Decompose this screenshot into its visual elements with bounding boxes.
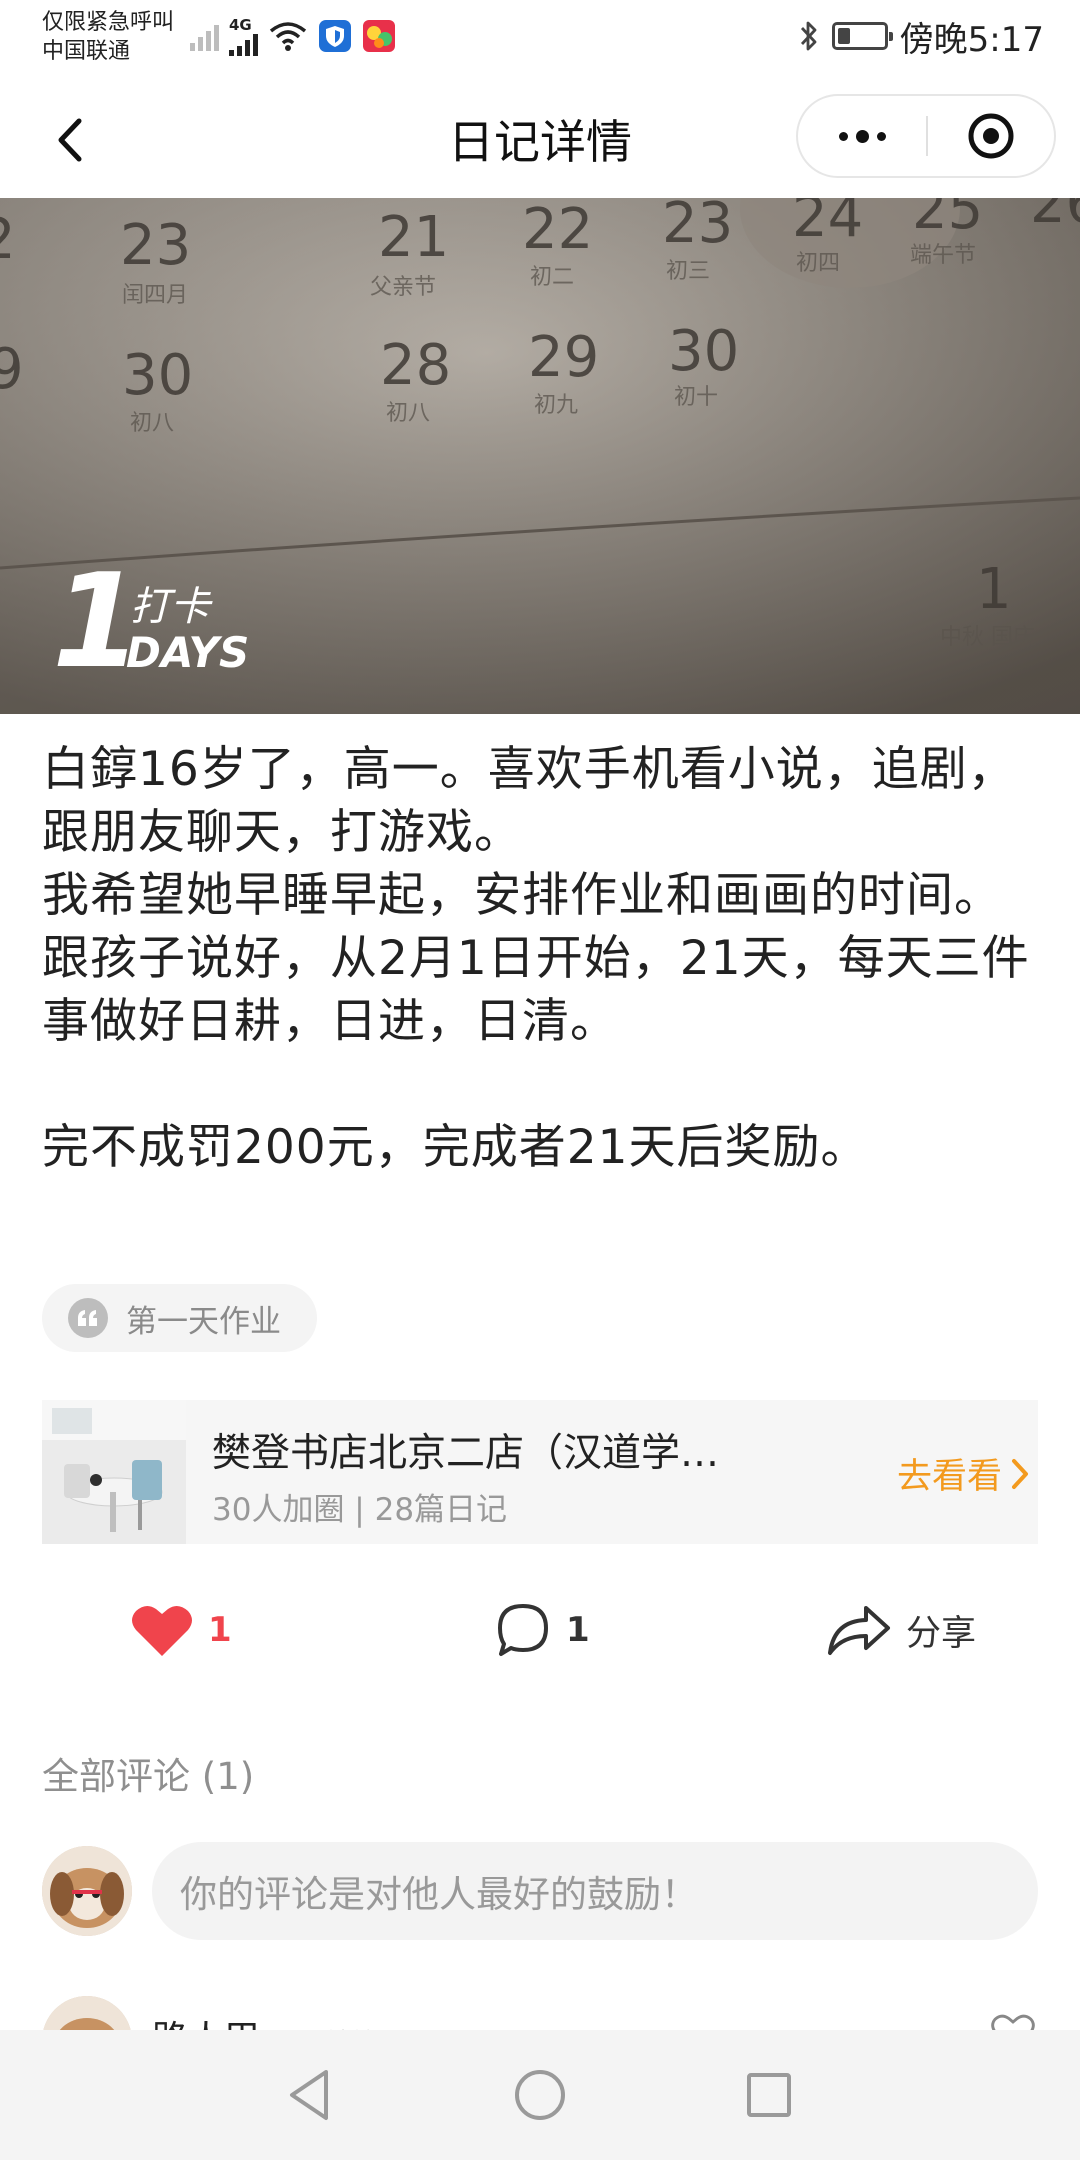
status-time: 傍晚5:17	[899, 19, 1044, 60]
target-close-icon	[968, 113, 1014, 159]
comments-title: 全部评论 (1)	[42, 1755, 255, 1798]
svg-text:26: 26	[1030, 198, 1080, 236]
svg-text:25: 25	[912, 198, 983, 242]
chevron-right-icon	[1012, 1458, 1028, 1489]
heart-icon	[132, 1605, 192, 1656]
security-shield-icon	[319, 20, 351, 52]
comment-count: 1	[566, 1610, 590, 1650]
comment-input-placeholder: 你的评论是对他人最好的鼓励！	[180, 1873, 698, 1916]
svg-text:1: 1	[976, 557, 1012, 622]
miniprogram-capsule	[796, 94, 1056, 178]
carrier-name: 中国联通	[42, 39, 131, 64]
avatar	[42, 1846, 132, 1936]
checkin-label: 打卡	[130, 584, 210, 630]
diary-content: 白錞16岁了，高一。喜欢手机看小说，追剧，跟朋友聊天，打游戏。 我希望她早睡早起…	[42, 738, 1042, 1179]
square-recents-icon	[747, 2073, 791, 2117]
more-dots-icon	[838, 129, 886, 143]
group-stats: 30人加圈 | 28篇日记	[212, 1492, 508, 1528]
signal-icon: 4G	[229, 16, 258, 56]
triangle-back-icon	[290, 2070, 328, 2120]
system-navigation-bar	[0, 2030, 1080, 2160]
svg-text:28: 28	[380, 333, 451, 398]
svg-text:30: 30	[668, 319, 739, 384]
action-bar: 1 1 分享	[0, 1590, 1080, 1670]
svg-text:2: 2	[0, 207, 16, 272]
group-card[interactable]: 樊登书店北京二店（汉道学… 30人加圈 | 28篇日记 去看看	[42, 1400, 1038, 1544]
battery-icon	[831, 22, 893, 50]
svg-text:23: 23	[662, 198, 733, 256]
checkin-days-label: DAYS	[126, 628, 250, 677]
carrier-emergency: 仅限紧急呼叫	[42, 10, 175, 35]
diary-paragraph: 我希望她早睡早起，安排作业和画画的时间。	[42, 868, 1002, 923]
svg-text:23: 23	[120, 213, 191, 278]
diary-paragraph: 完不成罚200元，完成者21天后奖励。	[42, 1120, 869, 1175]
view-group-label: 去看看	[896, 1457, 1002, 1497]
svg-text:闰四月: 闰四月	[122, 283, 188, 308]
svg-text:初八: 初八	[130, 411, 174, 436]
svg-text:30: 30	[122, 343, 193, 408]
close-miniprogram-button[interactable]	[928, 96, 1054, 176]
svg-text:初九: 初九	[534, 393, 578, 418]
view-group-button[interactable]: 去看看	[897, 1448, 1030, 1499]
more-button[interactable]	[798, 96, 926, 176]
svg-text:22: 22	[522, 198, 593, 262]
status-bar: 仅限紧急呼叫 中国联通 4G 傍晚5:17	[0, 0, 1080, 80]
svg-text:21: 21	[378, 205, 449, 270]
navigation-bar: 日记详情	[0, 80, 1080, 198]
svg-text:父亲节: 父亲节	[370, 275, 436, 300]
quote-icon	[68, 1298, 108, 1338]
system-recents-button[interactable]	[734, 2060, 804, 2130]
comment-input[interactable]: 你的评论是对他人最好的鼓励！	[152, 1842, 1038, 1940]
screen: 仅限紧急呼叫 中国联通 4G 傍晚5:17 日记详情 23 21 22 23 2…	[0, 0, 1080, 2160]
no-signal-icon	[190, 21, 219, 51]
system-home-button[interactable]	[505, 2060, 575, 2130]
svg-text:初三: 初三	[666, 259, 710, 284]
wifi-icon	[269, 22, 307, 51]
battery-level	[837, 28, 850, 44]
comment-button[interactable]: 1	[494, 1590, 590, 1670]
carrier-info: 仅限紧急呼叫 中国联通	[42, 8, 174, 66]
diary-paragraph: 白錞16岁了，高一。喜欢手机看小说，追剧，跟朋友聊天，打游戏。	[42, 742, 1016, 860]
topic-tag-label: 第一天作业	[126, 1303, 281, 1340]
svg-text:初四: 初四	[796, 251, 840, 276]
like-button[interactable]: 1	[130, 1590, 232, 1670]
like-count: 1	[208, 1610, 232, 1650]
bluetooth-icon	[800, 21, 817, 51]
share-label: 分享	[906, 1613, 977, 1654]
svg-text:中秋 国庆: 中秋 国庆	[940, 625, 1035, 650]
comment-bubble-icon	[498, 1604, 548, 1656]
svg-text:9: 9	[0, 337, 24, 402]
topic-tag[interactable]: 第一天作业	[42, 1284, 317, 1352]
svg-text:24: 24	[792, 198, 863, 250]
svg-text:初十: 初十	[674, 385, 718, 410]
share-button[interactable]: 分享	[826, 1590, 976, 1670]
diary-paragraph	[42, 1053, 1042, 1116]
circle-home-icon	[515, 2070, 565, 2120]
group-name: 樊登书店北京二店（汉道学…	[212, 1431, 720, 1476]
system-back-button[interactable]	[274, 2060, 344, 2130]
share-arrow-icon	[828, 1606, 890, 1655]
diary-paragraph: 跟孩子说好，从2月1日开始，21天，每天三件事做好日耕，日进，日清。	[42, 931, 1030, 1049]
svg-text:初八: 初八	[386, 401, 430, 426]
status-icons-left: 4G	[190, 16, 396, 56]
network-badge: 4G	[229, 16, 252, 34]
status-icons-right: 傍晚5:17	[798, 14, 1044, 60]
svg-text:29: 29	[528, 325, 599, 390]
svg-text:端午节: 端午节	[910, 243, 976, 268]
svg-text:初二: 初二	[530, 265, 574, 290]
app-notification-icon	[363, 20, 395, 52]
group-thumbnail	[42, 1400, 186, 1544]
